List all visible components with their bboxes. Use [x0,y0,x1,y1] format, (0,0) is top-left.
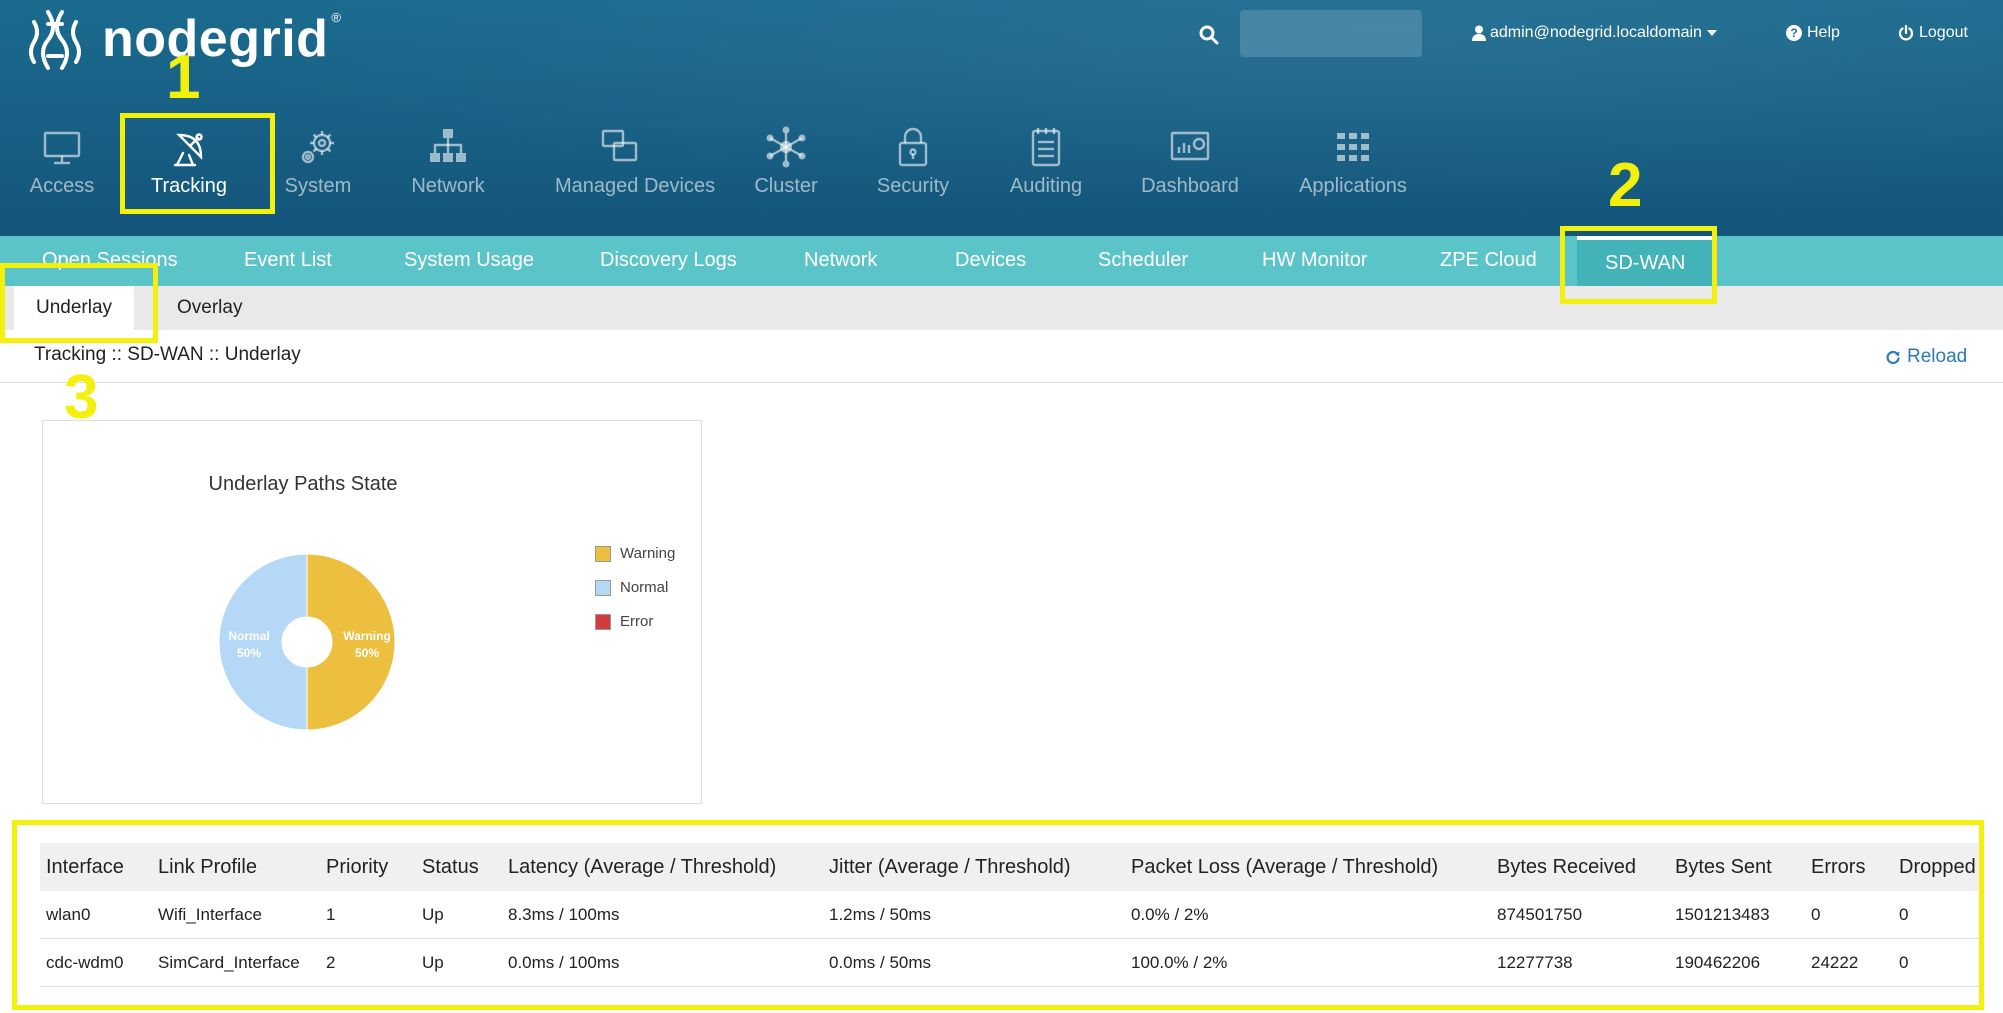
tab-devices[interactable]: Devices [955,249,1026,272]
legend-label: Error [620,613,654,630]
user-icon [1472,25,1486,41]
nav-label: Applications [1299,175,1407,197]
nav-label: Managed Devices [555,175,716,197]
notepad-icon [1031,128,1061,167]
network-tree-icon [430,129,466,162]
reload-button[interactable]: Reload [1885,346,1967,368]
tab-event-list[interactable]: Event List [244,249,332,272]
logo-text: nodegrid [102,10,329,68]
caret-down-icon [1706,30,1717,36]
grid-icon [1337,133,1369,161]
subtab-overlay[interactable]: Overlay [155,286,264,330]
nav-cluster[interactable]: Cluster [721,125,851,198]
slice-label-warning-pct: 50% [355,646,379,660]
nav-label: Auditing [1009,175,1083,197]
nav-dashboard[interactable]: Dashboard [1125,125,1255,198]
reload-label: Reload [1907,346,1968,367]
chart-legend: Warning Normal Error [595,545,675,647]
legend-swatch-normal [595,579,611,596]
search-icon[interactable] [1198,24,1220,46]
chart-panel: Underlay Paths State Warning 50% Normal 50%… [42,420,702,804]
legend-label: Normal [620,579,669,596]
legend-item-error[interactable]: Error [595,613,675,630]
user-name: admin@nodegrid.localdomain [1490,24,1702,41]
gears-icon [301,131,334,164]
nav-label: Access [29,175,95,197]
nav-security[interactable]: Security [848,125,978,198]
nav-label: Security [876,175,950,197]
legend-swatch-warning [595,545,611,562]
logout-link[interactable]: Logout [1898,24,1968,42]
annotation-box-underlay [0,263,158,343]
nav-managed-devices[interactable]: Managed Devices [555,125,716,198]
legend-swatch-error [595,613,611,630]
tab-discovery-logs[interactable]: Discovery Logs [600,249,737,272]
logo-registered-mark: ® [331,9,342,25]
legend-item-normal[interactable]: Normal [595,579,675,596]
help-link[interactable]: ? Help [1786,24,1840,42]
nav-label: Network [411,175,485,197]
app-header: nodegrid ® admin@nodegrid.localdomain ? … [0,0,2003,236]
tab-zpe-cloud[interactable]: ZPE Cloud [1440,249,1537,272]
nav-auditing[interactable]: Auditing [981,125,1111,198]
annotation-number-2: 2 [1608,151,1643,220]
annotation-box-sd-wan [1560,226,1717,304]
pie-chart: Warning 50% Normal 50% [218,553,396,731]
cluster-icon [766,126,806,168]
logout-label: Logout [1919,24,1968,41]
tab-system-usage[interactable]: System Usage [404,249,534,272]
tab-scheduler[interactable]: Scheduler [1098,249,1188,272]
breadcrumb-row: Tracking :: SD-WAN :: Underlay Reload [0,330,2003,383]
monitor-icon [43,131,81,165]
tab-network[interactable]: Network [804,249,877,272]
nav-label: Cluster [754,175,818,197]
dashboard-icon [1170,131,1210,161]
nodegrid-logo-icon [29,10,81,70]
annotation-number-3: 3 [64,363,99,432]
lock-icon [898,127,928,167]
slice-label-warning-name: Warning [343,629,391,643]
legend-item-warning[interactable]: Warning [595,545,675,562]
slice-label-normal-name: Normal [228,629,269,643]
search-input[interactable] [1240,10,1422,57]
user-menu[interactable]: admin@nodegrid.localdomain [1472,24,1718,42]
nav-applications[interactable]: Applications [1288,125,1418,198]
nav-network[interactable]: Network [383,125,513,198]
slice-label-normal-pct: 50% [237,646,261,660]
annotation-box-table [12,820,1984,1010]
power-icon [1898,25,1914,41]
question-circle-icon: ? [1786,25,1802,41]
refresh-icon [1886,350,1900,365]
annotation-number-1: 1 [166,43,201,112]
legend-label: Warning [620,545,676,562]
nav-access[interactable]: Access [0,125,127,198]
annotation-box-tracking [120,113,275,214]
help-label: Help [1807,24,1840,41]
tab-hw-monitor[interactable]: HW Monitor [1262,249,1368,272]
nav-label: Dashboard [1141,175,1239,197]
devices-icon [601,129,638,162]
